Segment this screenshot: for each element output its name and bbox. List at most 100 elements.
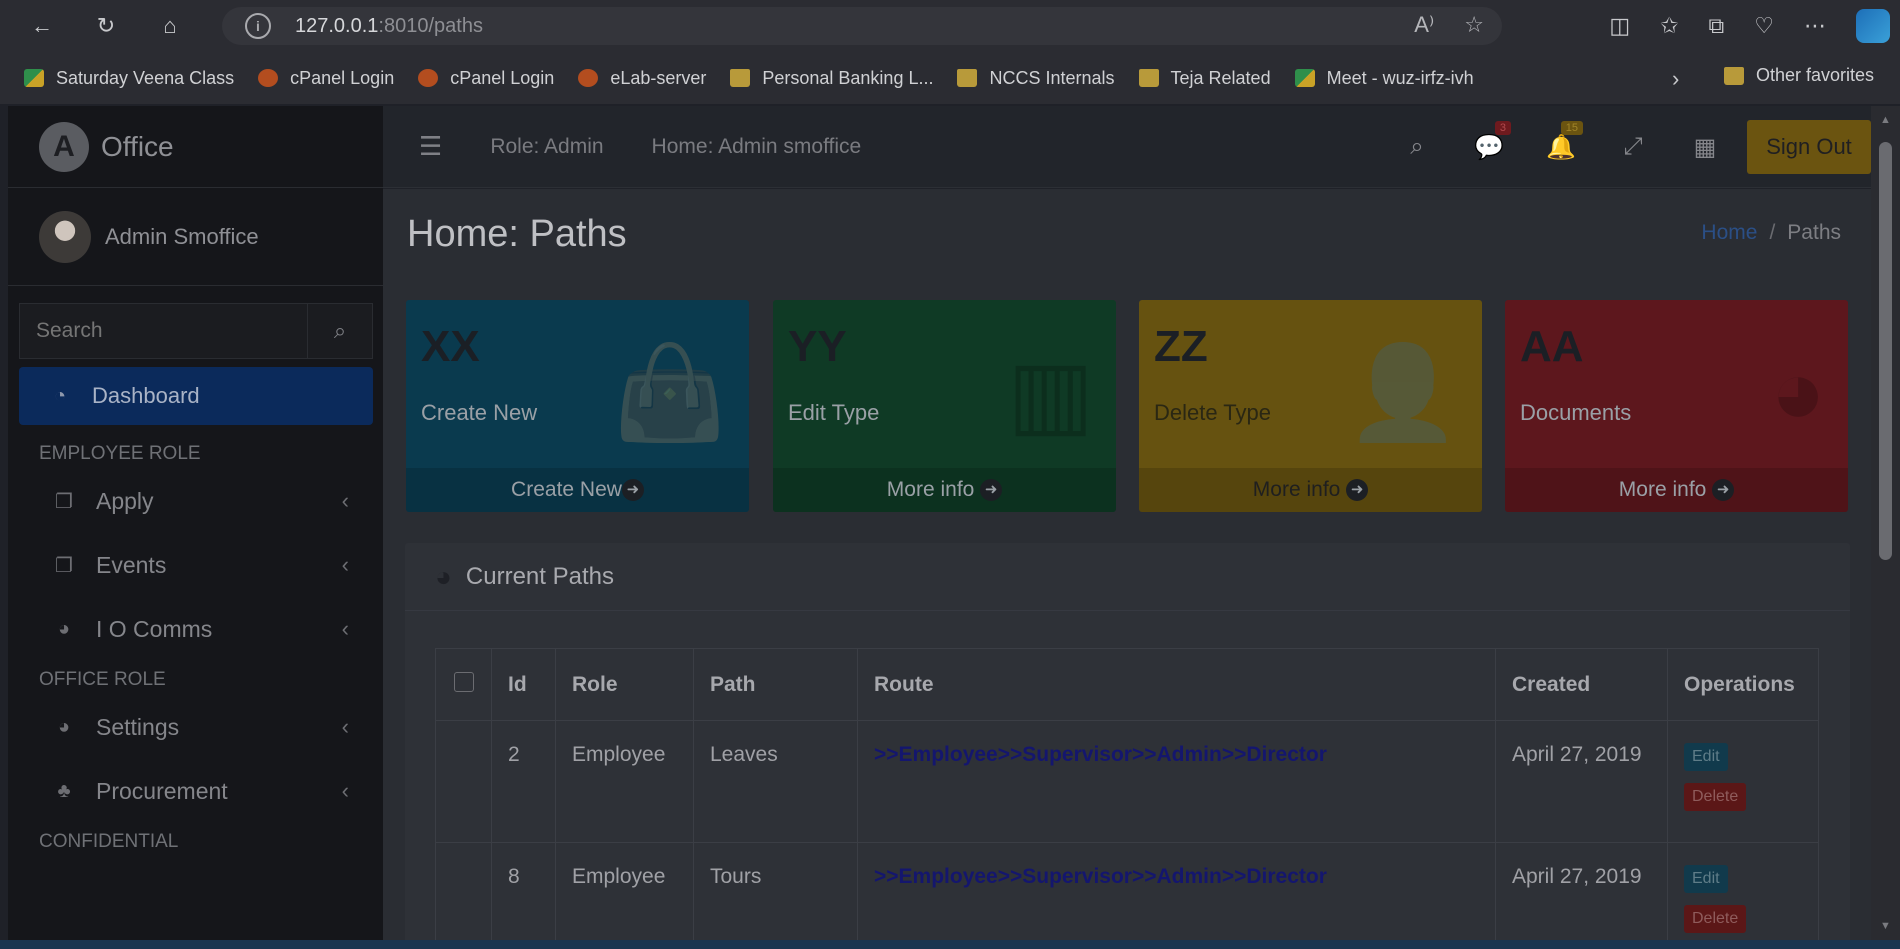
pie-chart-icon: ◕ (57, 617, 71, 640)
page-title: Home: Paths (407, 213, 627, 255)
brand-logo: A (39, 121, 89, 172)
address-bar[interactable]: i 127.0.0.1:8010/paths A⁾ ☆ (222, 7, 1502, 45)
arrow-circle-right-icon: ➜ (1712, 479, 1735, 501)
page-scrollbar[interactable]: ▲ ▼ (1871, 106, 1900, 940)
health-icon[interactable]: ♡ (1754, 13, 1774, 39)
bookmark-item[interactable]: Personal Banking L... (730, 68, 933, 89)
select-all-checkbox[interactable] (453, 671, 474, 692)
home-link[interactable]: Home: Admin smoffice (652, 135, 862, 159)
bookmark-item[interactable]: NCCS Internals (957, 68, 1115, 89)
sidebar-item-label: Apply (96, 487, 154, 514)
bookmark-item[interactable]: Meet - wuz-irfz-ivh (1294, 68, 1474, 89)
browser-window: ← ↻ ⌂ i 127.0.0.1:8010/paths A⁾ ☆ ◫ ✩ ⧉ … (0, 0, 1900, 949)
sign-out-button[interactable]: Sign Out (1747, 120, 1871, 174)
bookmark-label: cPanel Login (450, 67, 555, 88)
cell-operations: Edit Delete (1667, 842, 1819, 940)
row-select-cell (435, 842, 492, 940)
delete-button[interactable]: Delete (1684, 905, 1747, 933)
sidebar-item-apply[interactable]: ❐ Apply ‹ (8, 469, 383, 533)
pie-chart-icon: ◕ (57, 715, 71, 738)
user-panel[interactable]: Admin Smoffice (8, 188, 383, 286)
col-path[interactable]: Path (693, 648, 858, 721)
section-confidential: CONFIDENTIAL (39, 831, 179, 852)
col-route[interactable]: Route (857, 648, 1496, 721)
back-icon[interactable]: ← (22, 6, 62, 46)
box-title: XX (421, 322, 480, 371)
box-footer-label: Create New (511, 478, 622, 501)
scroll-up-icon[interactable]: ▲ (1880, 114, 1891, 126)
sidebar-item-dashboard[interactable]: ◔ Dashboard (19, 367, 373, 425)
col-id[interactable]: Id (491, 648, 556, 721)
cpanel-icon (578, 69, 599, 87)
sidebar-item-io-comms[interactable]: ◕ I O Comms ‹ (8, 597, 383, 661)
col-created[interactable]: Created (1495, 648, 1668, 721)
copilot-icon[interactable] (1856, 9, 1890, 43)
chevron-right-icon[interactable]: › (1672, 66, 1679, 92)
url-text[interactable]: 127.0.0.1:8010/paths (295, 15, 483, 38)
add-user-icon: 👤 (1345, 342, 1460, 444)
cpanel-icon (258, 69, 279, 87)
favorite-star-icon[interactable]: ☆ (1464, 12, 1484, 38)
notifications-badge: 15 (1560, 120, 1583, 135)
sidebar-item-label: I O Comms (96, 615, 213, 642)
cell-role: Employee (555, 720, 694, 843)
more-menu-icon[interactable]: ⋯ (1804, 13, 1826, 39)
site-info-icon[interactable]: i (245, 13, 271, 39)
fullscreen-icon[interactable]: ⤢ (1597, 133, 1669, 161)
collections-icon[interactable]: ⧉ (1709, 13, 1725, 39)
section-employee-role: EMPLOYEE ROLE (39, 443, 201, 464)
box-footer-link[interactable]: Create New ➜ (406, 468, 749, 512)
chevron-left-icon: ‹ (341, 778, 349, 803)
messages-icon[interactable]: 💬 3 (1453, 120, 1525, 162)
col-role[interactable]: Role (555, 648, 694, 721)
sidebar-item-settings[interactable]: ◕ Settings ‹ (8, 695, 383, 759)
arrow-circle-right-icon: ➜ (980, 479, 1003, 501)
sidebar-item-label: Procurement (96, 777, 228, 804)
small-box-create: XX Create New 👜 Create New ➜ (406, 300, 749, 512)
other-favorites[interactable]: Other favorites (1724, 65, 1874, 86)
search-icon[interactable]: ⌕ (1381, 133, 1453, 161)
scroll-down-icon[interactable]: ▼ (1880, 920, 1891, 932)
read-aloud-icon[interactable]: A⁾ (1414, 12, 1434, 38)
bookmark-label: Saturday Veena Class (56, 67, 235, 88)
box-footer-link[interactable]: More info ➜ (773, 468, 1116, 512)
box-subtitle: Delete Type (1154, 400, 1272, 425)
breadcrumb-home[interactable]: Home (1701, 221, 1757, 244)
grid-icon[interactable]: ▦ (1669, 133, 1741, 162)
table-header-row: Id Role Path Route Created Operations (435, 648, 1819, 721)
refresh-icon[interactable]: ↻ (86, 6, 126, 46)
bookmark-item[interactable]: Saturday Veena Class (24, 68, 234, 89)
sidebar-item-procurement[interactable]: ♣ Procurement ‹ (8, 759, 383, 823)
cell-route: >>Employee>>Supervisor>>Admin>>Director (857, 842, 1496, 940)
edit-button[interactable]: Edit (1684, 865, 1728, 893)
meet-icon (1294, 69, 1315, 87)
favorites-icon[interactable]: ✩ (1660, 13, 1678, 39)
menu-icon[interactable]: ☰ (419, 131, 442, 162)
pie-chart-icon: ◕ (1770, 341, 1826, 443)
scroll-thumb[interactable] (1879, 142, 1892, 560)
breadcrumb-current: Paths (1787, 221, 1841, 244)
bookmark-item[interactable]: eLab-server (578, 68, 706, 89)
top-navbar: ☰ Role: Admin Home: Admin smoffice ⌕ 💬 3 … (383, 106, 1871, 188)
brand-link[interactable]: A Office (8, 106, 383, 188)
box-footer-link[interactable]: More info ➜ (1139, 468, 1482, 512)
role-link[interactable]: Role: Admin (490, 135, 603, 159)
bookmark-item[interactable]: cPanel Login (258, 68, 394, 89)
search-input[interactable] (20, 304, 307, 358)
box-footer-link[interactable]: More info ➜ (1505, 468, 1848, 512)
bell-icon[interactable]: 🔔 15 (1525, 120, 1597, 162)
home-icon[interactable]: ⌂ (150, 6, 190, 46)
folder-icon (1724, 66, 1744, 85)
bookmark-item[interactable]: Teja Related (1138, 68, 1271, 89)
edit-button[interactable]: Edit (1684, 743, 1728, 771)
search-icon[interactable]: ⌕ (307, 304, 372, 358)
split-screen-icon[interactable]: ◫ (1609, 13, 1630, 39)
delete-button[interactable]: Delete (1684, 783, 1747, 811)
pie-chart-icon: ◕ (435, 560, 452, 592)
chevron-left-icon: ‹ (341, 616, 349, 641)
current-paths-card: ◕ Current Paths Id Role Path Route Creat… (405, 543, 1850, 940)
bookmark-item[interactable]: cPanel Login (418, 68, 554, 89)
window-bottom-edge (0, 940, 1900, 949)
sidebar-item-events[interactable]: ❐ Events ‹ (8, 533, 383, 597)
folder-icon (730, 69, 751, 87)
